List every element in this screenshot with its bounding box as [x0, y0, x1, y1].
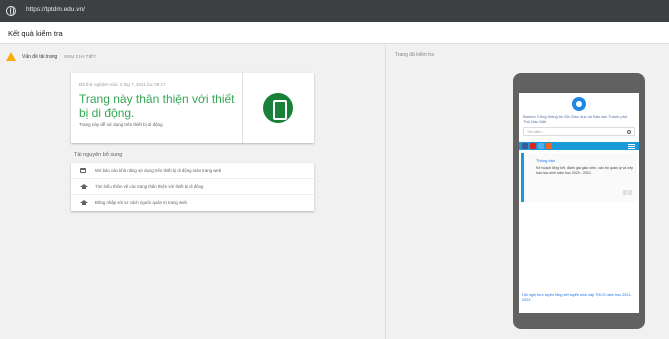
phone-icon [263, 93, 293, 123]
notice-box: Thông báo Kế hoạch tổng kết, đánh giá gi… [521, 153, 637, 202]
chevron-left-icon [623, 190, 627, 195]
resources-title: Tài nguyên bổ sung [74, 152, 123, 158]
notice-arrows [623, 190, 633, 195]
resources-list: Mở báo cáo khả năng sử dụng trên thiết b… [71, 163, 314, 211]
rss-icon [546, 143, 552, 149]
twitter-icon [538, 143, 544, 149]
resource-label: Tìm hiểu thêm về các trang thân thiện vớ… [95, 184, 204, 189]
results-panel: Vấn đề tải trang XEM CHI TIẾT Đã thử ngh… [0, 45, 386, 339]
news-link: Hội nghị trực tuyến tổng kết tuyển sinh … [522, 293, 632, 302]
globe-icon [6, 6, 16, 16]
calendar-icon [80, 168, 86, 173]
preview-panel: Trang đã kiểm tra Banner Cổng thông tin … [387, 45, 669, 339]
result-headline: Trang này thân thiện với thiết bị di độn… [79, 92, 235, 120]
resource-item-usability-report[interactable]: Mở báo cáo khả năng sử dụng trên thiết b… [71, 163, 314, 179]
phone-frame: Banner Cổng thông tin Sở Giáo dục và Đào… [513, 73, 645, 329]
youtube-icon [530, 143, 536, 149]
resource-item-sign-in[interactable]: Đăng nhập với tư cách người quản trị tra… [71, 195, 314, 211]
school-icon [80, 184, 88, 189]
mobile-search-input: Tìm kiếm... [523, 127, 635, 136]
page-screenshot[interactable]: Banner Cổng thông tin Sở Giáo dục và Đào… [519, 93, 639, 313]
result-subtext: Trang này dễ sử dụng trên thiết bị di độ… [79, 122, 163, 127]
issue-label: Vấn đề tải trang [22, 54, 58, 60]
school-icon [80, 200, 88, 205]
preview-label: Trang đã kiểm tra [395, 52, 434, 58]
facebook-icon [522, 143, 528, 149]
url-text[interactable]: https://tptdm.edu.vn/ [26, 6, 85, 13]
page-title: Kết quả kiểm tra [8, 29, 63, 38]
notice-title: Thông báo [536, 158, 556, 163]
resource-item-learn-more[interactable]: Tìm hiểu thêm về các trang thân thiện vớ… [71, 179, 314, 195]
resource-label: Đăng nhập với tư cách người quản trị tra… [95, 200, 187, 205]
header: Kết quả kiểm tra [0, 22, 669, 44]
menu-icon [628, 144, 635, 149]
search-icon [627, 129, 631, 134]
resource-label: Mở báo cáo khả năng sử dụng trên thiết b… [95, 168, 222, 173]
mobile-nav-bar [519, 142, 639, 150]
tested-timestamp: Đã thử nghiệm vào: 3 thg 7, 2021 lúc 08:… [79, 82, 166, 87]
result-card: Đã thử nghiệm vào: 3 thg 7, 2021 lúc 08:… [71, 73, 314, 143]
banner-alt-text: Banner Cổng thông tin Sở Giáo dục và Đào… [523, 114, 628, 124]
notice-text: Kế hoạch tổng kết, đánh giá giáo viên, c… [536, 166, 634, 175]
card-divider [242, 73, 243, 143]
chevron-right-icon [628, 190, 632, 195]
site-logo [572, 97, 586, 111]
warning-icon [6, 52, 16, 61]
view-details-link[interactable]: XEM CHI TIẾT [64, 54, 96, 59]
search-placeholder: Tìm kiếm... [527, 129, 545, 134]
browser-address-bar[interactable]: https://tptdm.edu.vn/ [0, 0, 669, 22]
